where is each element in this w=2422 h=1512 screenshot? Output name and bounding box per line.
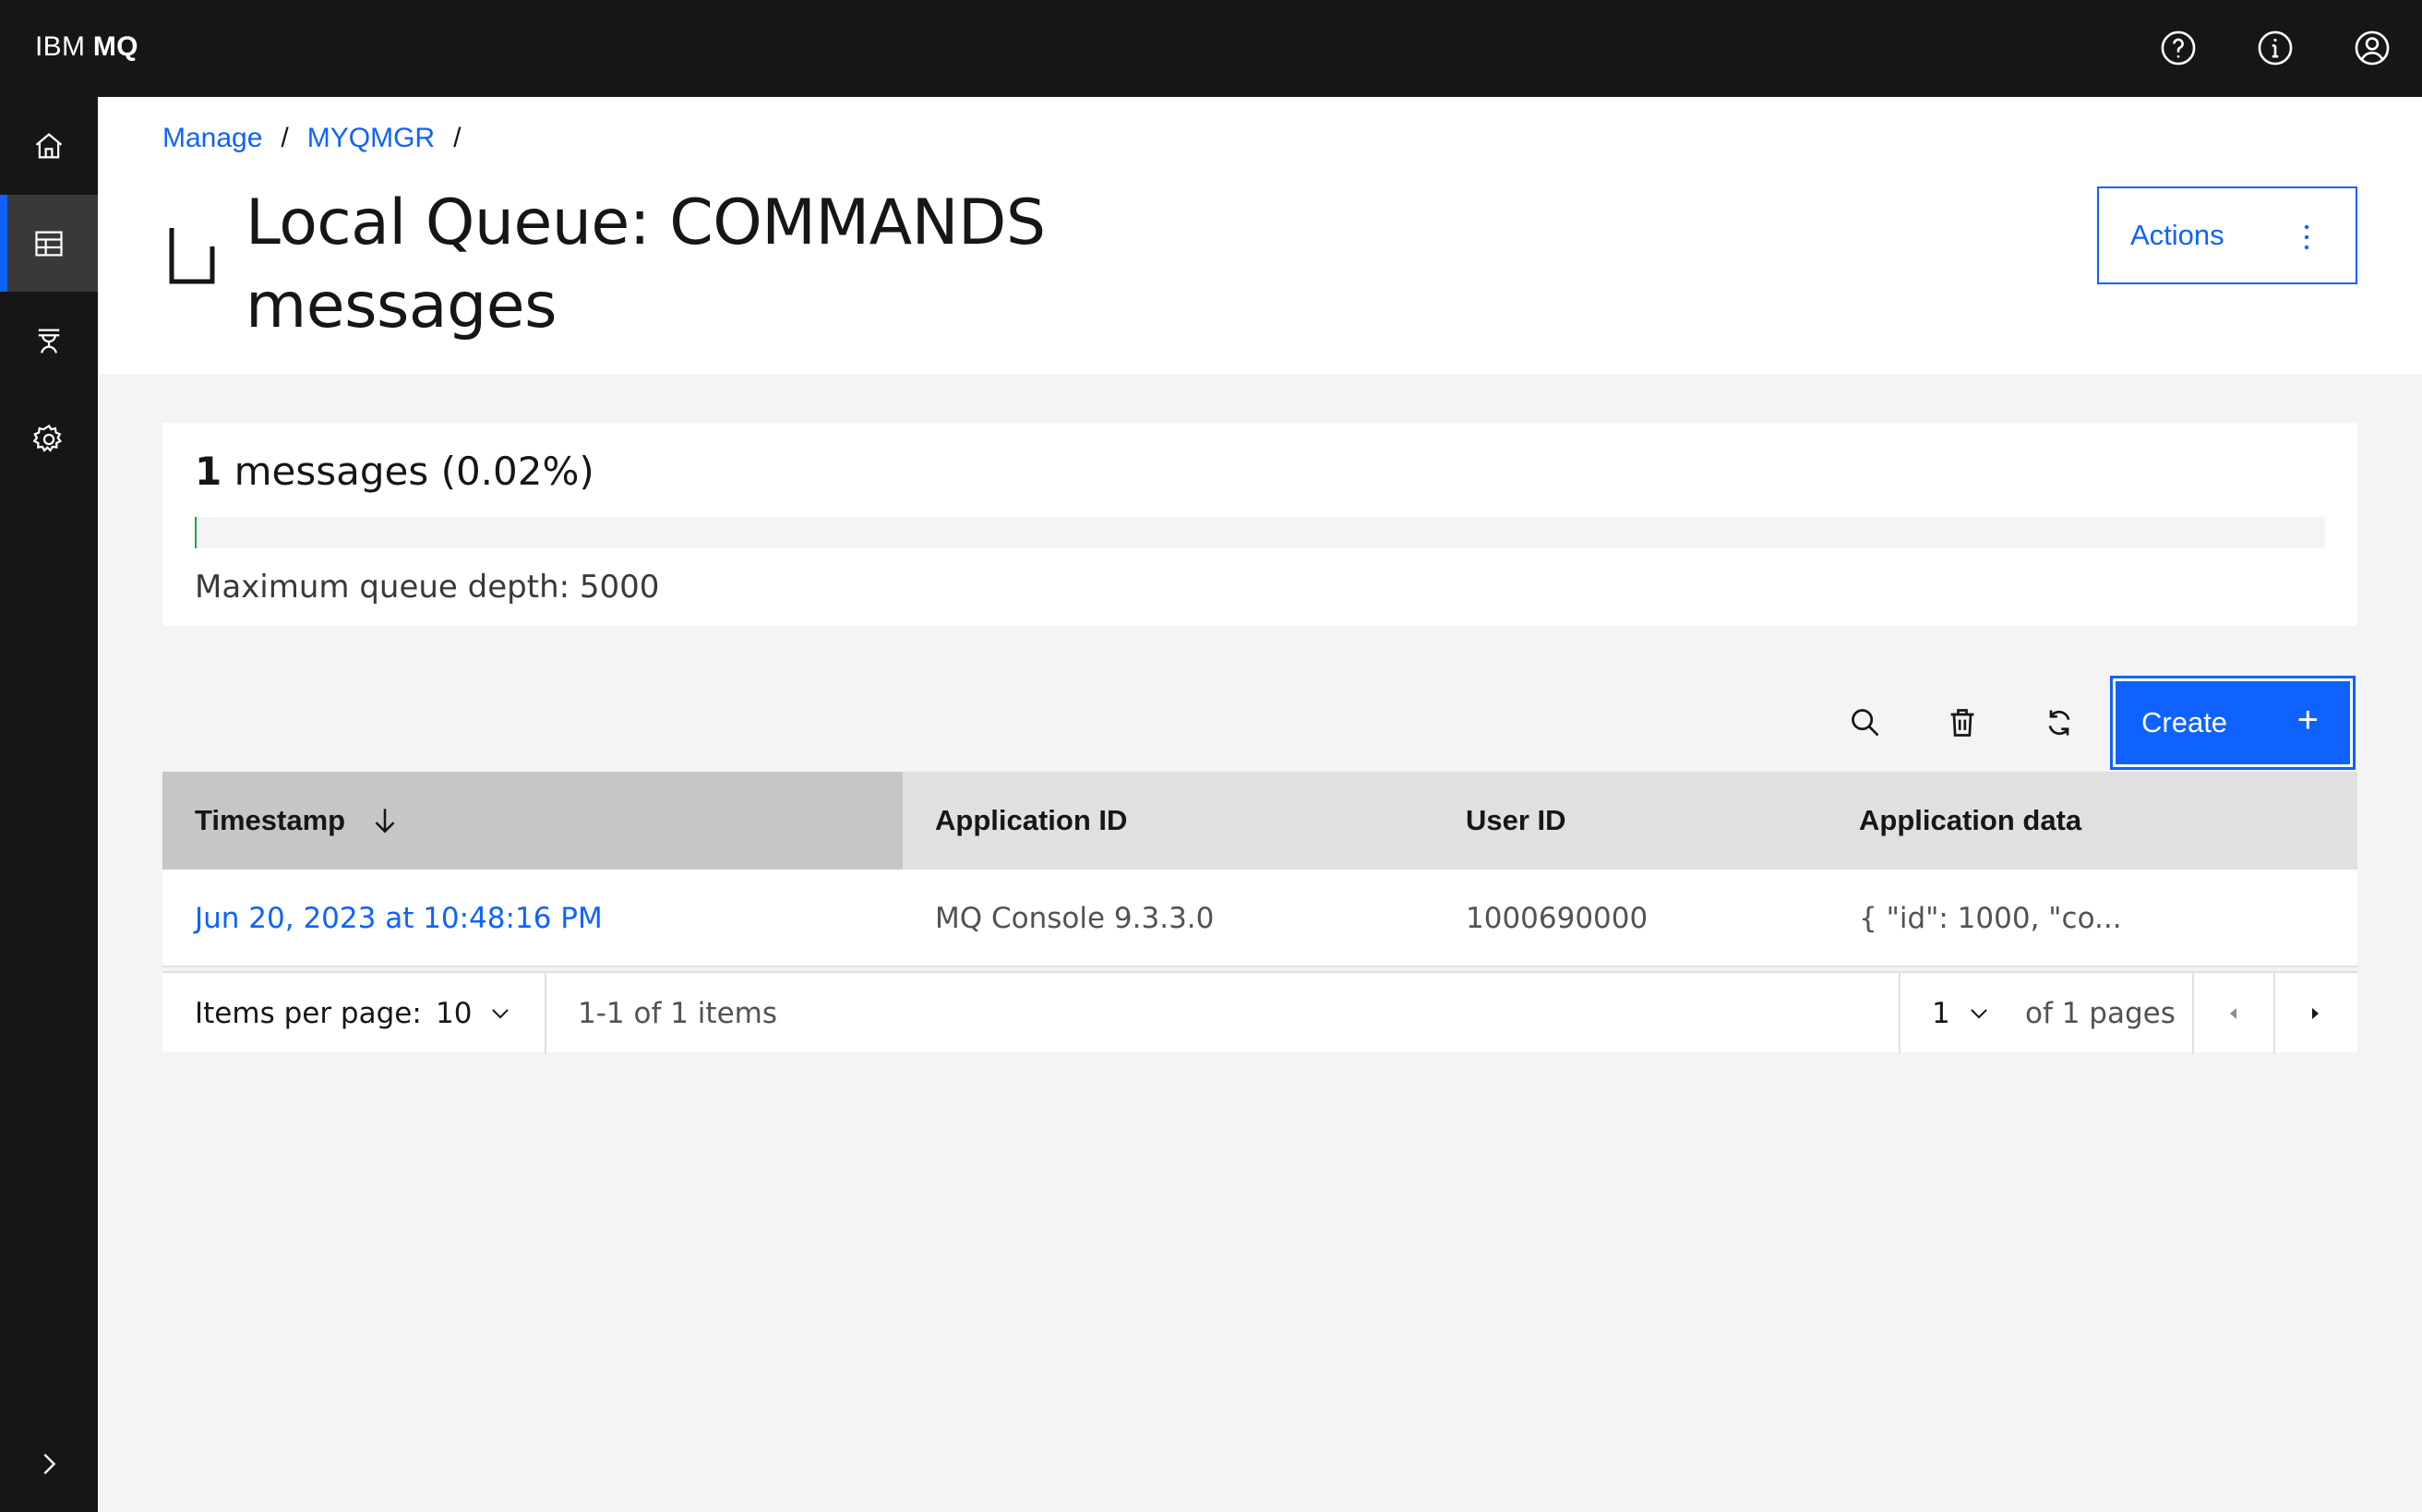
actions-button[interactable]: Actions — [2097, 186, 2357, 284]
page-title: Local Queue: COMMANDS messages — [246, 182, 1169, 348]
next-page-button[interactable] — [2275, 973, 2355, 1054]
items-per-page-label: Items per page: — [195, 973, 422, 1054]
total-pages-text: of 1 pages — [2025, 997, 2176, 1030]
brand-logo[interactable]: IBM MQ — [35, 31, 138, 63]
breadcrumb-myqmgr[interactable]: MYQMGR — [307, 123, 435, 154]
breadcrumb-separator: / — [453, 123, 462, 153]
brand-prefix: IBM — [35, 31, 86, 62]
home-icon — [35, 132, 63, 158]
table-icon — [35, 231, 63, 256]
actions-button-label: Actions — [2130, 219, 2224, 251]
column-header-application-data[interactable]: Application data — [1827, 772, 2357, 870]
app-icon — [38, 329, 60, 354]
message-timestamp-link[interactable]: Jun 20, 2023 at 10:48:16 PM — [162, 870, 603, 967]
expand-nav-button[interactable] — [0, 1416, 98, 1512]
arrow-down-icon — [375, 809, 395, 834]
column-header-application-id[interactable]: Application ID — [903, 772, 1433, 870]
chevron-down-icon — [1970, 1009, 1987, 1019]
current-page-value: 1 — [1932, 997, 1950, 1030]
search-icon — [1852, 709, 1879, 737]
top-header: IBM MQ — [0, 0, 2422, 97]
refresh-icon — [2048, 710, 2070, 736]
items-range-text: 1-1 of 1 items — [578, 997, 777, 1030]
column-header-user-id[interactable]: User ID — [1433, 772, 1827, 870]
overflow-menu-icon — [2304, 224, 2309, 250]
create-button-label: Create — [2141, 706, 2228, 738]
total-pages: of 1 pages — [2025, 973, 2176, 1054]
queue-depth-bar-fill — [195, 517, 197, 548]
chevron-right-icon — [43, 1453, 56, 1475]
page-title-line1: Local Queue: COMMANDS — [246, 186, 1046, 259]
trash-icon — [1950, 709, 1974, 737]
plus-icon: + — [2296, 700, 2319, 740]
caret-left-icon — [2230, 1008, 2236, 1019]
page-title-line2: messages — [246, 270, 558, 342]
refresh-button[interactable] — [2032, 694, 2087, 751]
search-button[interactable] — [1838, 694, 1893, 751]
cell-application-data: { "id": 1000, "co... — [1859, 902, 2122, 935]
items-per-page-value: 10 — [436, 997, 473, 1030]
breadcrumb-manage[interactable]: Manage — [162, 123, 262, 154]
nav-item-home[interactable] — [0, 97, 98, 194]
nav-item-settings[interactable] — [0, 390, 98, 487]
message-count-suffix: messages (0.02%) — [222, 449, 594, 494]
chevron-down-icon — [492, 1009, 510, 1019]
breadcrumb-separator: / — [281, 123, 289, 153]
previous-page-button[interactable] — [2194, 973, 2273, 1054]
items-per-page-text: Items per page: — [195, 997, 422, 1030]
user-avatar-icon[interactable] — [2350, 26, 2394, 70]
messages-table: Timestamp Application ID User ID Applica… — [162, 772, 2357, 967]
column-header-label: Application data — [1859, 804, 2082, 836]
delete-button[interactable] — [1935, 694, 1990, 751]
caret-right-icon — [2312, 1008, 2319, 1019]
max-queue-depth: Maximum queue depth: 5000 — [195, 569, 660, 606]
cell-user-id: 1000690000 — [1466, 902, 1649, 935]
nav-item-applications[interactable] — [0, 293, 98, 390]
table-header: Timestamp Application ID User ID Applica… — [162, 772, 2357, 870]
page-header: Manage / MYQMGR / Local Queue: COMMANDS … — [98, 97, 2422, 374]
local-queue-icon — [169, 228, 215, 284]
cell-application-id: MQ Console 9.3.3.0 — [935, 902, 1215, 935]
page-select[interactable]: 1 — [1932, 973, 1991, 1054]
breadcrumb: Manage / MYQMGR / — [162, 123, 461, 154]
message-count-number: 1 — [195, 449, 222, 494]
column-header-timestamp[interactable]: Timestamp — [162, 772, 903, 870]
queue-depth-summary: 1 messages (0.02%) Maximum queue depth: … — [162, 423, 2357, 626]
items-per-page-select[interactable]: 10 — [436, 973, 512, 1054]
side-nav — [0, 97, 98, 1512]
pagination-divider — [545, 973, 546, 1054]
column-header-label: Application ID — [935, 804, 1128, 836]
column-header-label: User ID — [1466, 804, 1566, 836]
info-icon[interactable] — [2253, 26, 2297, 70]
message-count: 1 messages (0.02%) — [195, 449, 594, 494]
queue-depth-bar — [195, 517, 2325, 548]
help-icon[interactable] — [2156, 26, 2200, 70]
brand-product: MQ — [92, 31, 138, 62]
gear-icon — [32, 424, 63, 452]
nav-item-manage[interactable] — [0, 195, 98, 292]
items-range: 1-1 of 1 items — [578, 973, 777, 1054]
pagination: Items per page: 10 1-1 of 1 items 1 of 1… — [162, 971, 2357, 1054]
pagination-divider — [1899, 973, 1900, 1054]
column-header-label: Timestamp — [195, 804, 346, 836]
create-message-button[interactable]: Create + — [2110, 676, 2356, 770]
table-row[interactable]: Jun 20, 2023 at 10:48:16 PM MQ Console 9… — [162, 870, 2357, 967]
